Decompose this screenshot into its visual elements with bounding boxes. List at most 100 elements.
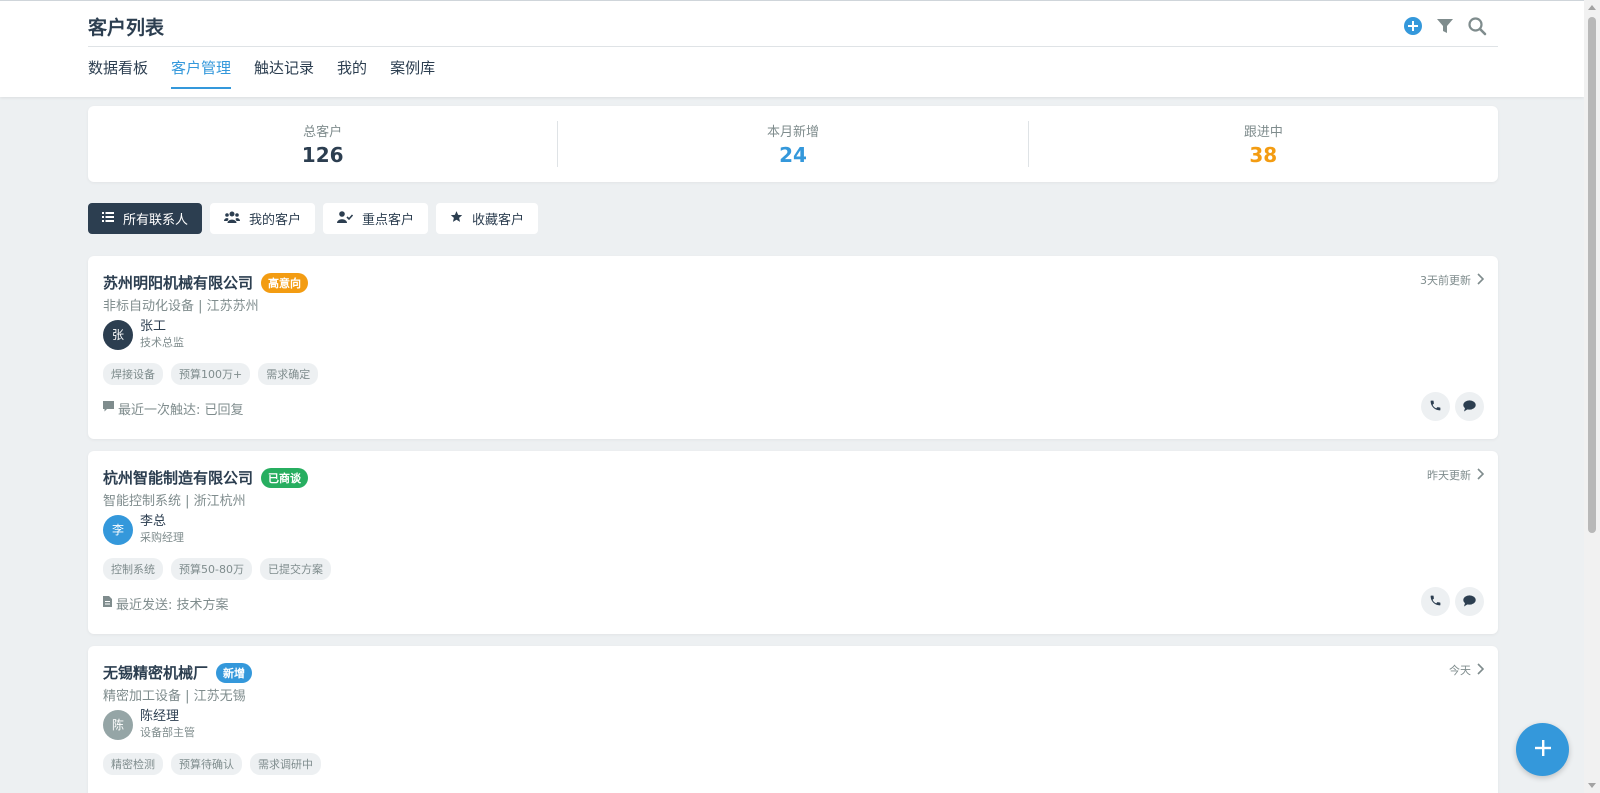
nav-tabs: 数据看板 客户管理 触达记录 我的 案例库 [88,57,435,89]
avatar: 李 [103,514,133,545]
scrollbar-thumb[interactable] [1588,17,1596,533]
chevron-right-icon [1477,662,1485,678]
filter-bar: 所有联系人 我的客户 重点客户 收藏客户 [88,203,539,234]
top-header: 客户列表 数据看板 客户管理 触达记录 我的 案例库 [0,0,1584,97]
card-header: 杭州智能制造有限公司 已商谈 [103,467,309,488]
tag: 需求调研中 [250,753,321,775]
contact-person: 张 张工 技术总监 [103,319,184,350]
tag: 已提交方案 [259,558,331,580]
tag: 预算50-80万 [171,558,252,580]
filter-key-customers[interactable]: 重点客户 [323,203,429,234]
stat-label: 跟进中 [1243,125,1283,140]
customer-card[interactable]: 杭州智能制造有限公司 已商谈 昨天更新 智能控制系统 | 浙江杭州 李 李总 采… [88,451,1498,634]
contact-name: 张工 [140,319,167,334]
users-icon [224,211,241,227]
plus-circle-icon[interactable] [1402,15,1424,37]
filter-favorite-customers[interactable]: 收藏客户 [436,203,539,234]
list-icon [102,211,114,227]
recent-text: 最近发送: 技术方案 [116,598,229,613]
status-badge: 高意向 [261,272,309,293]
company-name: 苏州明阳机械有限公司 [103,274,254,292]
update-time[interactable]: 3天前更新 [1420,272,1485,288]
card-actions [1421,587,1484,616]
contact-role: 设备部主管 [140,726,195,739]
tag-list: 精密检测 预算待确认 需求调研中 [103,753,321,775]
avatar: 陈 [103,709,133,740]
tag: 焊接设备 [103,363,163,385]
phone-button[interactable] [1421,392,1450,421]
avatar: 张 [103,319,133,350]
filter-my-customers[interactable]: 我的客户 [210,203,316,234]
card-header: 苏州明阳机械有限公司 高意向 [103,272,309,293]
update-text: 今天 [1449,664,1471,677]
stat-label: 本月新增 [766,125,819,140]
company-name: 无锡精密机械厂 [103,664,209,682]
contact-name: 陈经理 [140,709,180,724]
comment-icon [103,401,114,416]
phone-button[interactable] [1421,587,1450,616]
chat-icon [1463,397,1476,416]
stat-new-this-month: 本月新增 24 [557,121,1027,167]
star-icon [450,210,463,227]
header-divider [88,46,1498,47]
filter-label: 重点客户 [362,213,415,228]
status-badge: 已商谈 [261,467,309,488]
industry-location: 智能控制系统 | 浙江杭州 [103,494,246,509]
tag-list: 焊接设备 预算100万+ 需求确定 [103,363,319,385]
stat-value: 38 [1249,143,1278,167]
page-title: 客户列表 [88,17,165,39]
user-check-icon [337,210,354,227]
tag: 控制系统 [103,558,163,580]
status-badge: 新增 [216,662,253,683]
customer-card[interactable]: 苏州明阳机械有限公司 高意向 3天前更新 非标自动化设备 | 江苏苏州 张 张工… [88,256,1498,439]
filter-all-contacts[interactable]: 所有联系人 [88,203,203,234]
scroll-up-arrow[interactable] [1588,5,1596,10]
contact-role: 技术总监 [140,336,184,349]
tag: 需求确定 [258,363,319,385]
card-actions [1421,392,1484,421]
filter-icon[interactable] [1434,15,1456,37]
recent-activity: 最近发送: 技术方案 [103,594,229,613]
company-name: 杭州智能制造有限公司 [103,469,254,487]
update-time[interactable]: 昨天更新 [1427,467,1485,483]
scroll-down-arrow[interactable] [1588,783,1596,788]
search-icon[interactable] [1466,15,1488,37]
recent-text: 最近一次触达: 已回复 [118,403,244,418]
contact-role: 采购经理 [140,531,184,544]
filter-label: 收藏客户 [472,213,525,228]
message-button[interactable] [1455,587,1484,616]
header-actions [1402,15,1488,37]
tag: 预算待确认 [171,753,242,775]
filter-label: 所有联系人 [123,213,189,228]
phone-icon [1429,592,1442,611]
tab-dashboard[interactable]: 数据看板 [88,57,148,89]
tab-contact-records[interactable]: 触达记录 [254,57,314,89]
industry-location: 非标自动化设备 | 江苏苏州 [103,299,259,314]
scrollbar[interactable] [1584,0,1600,793]
stat-following-up: 跟进中 38 [1027,121,1498,167]
contact-person: 陈 陈经理 设备部主管 [103,709,195,740]
update-time[interactable]: 今天 [1449,662,1485,678]
message-button[interactable] [1455,392,1484,421]
chat-icon [1463,592,1476,611]
tab-case-library[interactable]: 案例库 [390,57,435,89]
stat-value: 24 [779,143,807,167]
add-customer-button[interactable] [1516,723,1569,776]
phone-icon [1429,397,1442,416]
update-text: 昨天更新 [1427,469,1471,482]
recent-activity: 最近一次触达: 已回复 [103,399,244,418]
chevron-right-icon [1477,467,1485,483]
tag: 精密检测 [103,753,163,775]
tag: 预算100万+ [171,363,251,385]
industry-location: 精密加工设备 | 江苏无锡 [103,689,246,704]
stat-value: 126 [301,143,344,167]
tab-mine[interactable]: 我的 [337,57,367,89]
tag-list: 控制系统 预算50-80万 已提交方案 [103,558,331,580]
stats-panel: 总客户 126 本月新增 24 跟进中 38 [88,106,1498,182]
customer-card[interactable]: 无锡精密机械厂 新增 今天 精密加工设备 | 江苏无锡 陈 陈经理 设备部主管 … [88,646,1498,793]
update-text: 3天前更新 [1420,274,1471,287]
card-header: 无锡精密机械厂 新增 [103,662,253,683]
contact-person: 李 李总 采购经理 [103,514,184,545]
file-icon [103,596,112,611]
tab-customer-management[interactable]: 客户管理 [171,57,232,89]
